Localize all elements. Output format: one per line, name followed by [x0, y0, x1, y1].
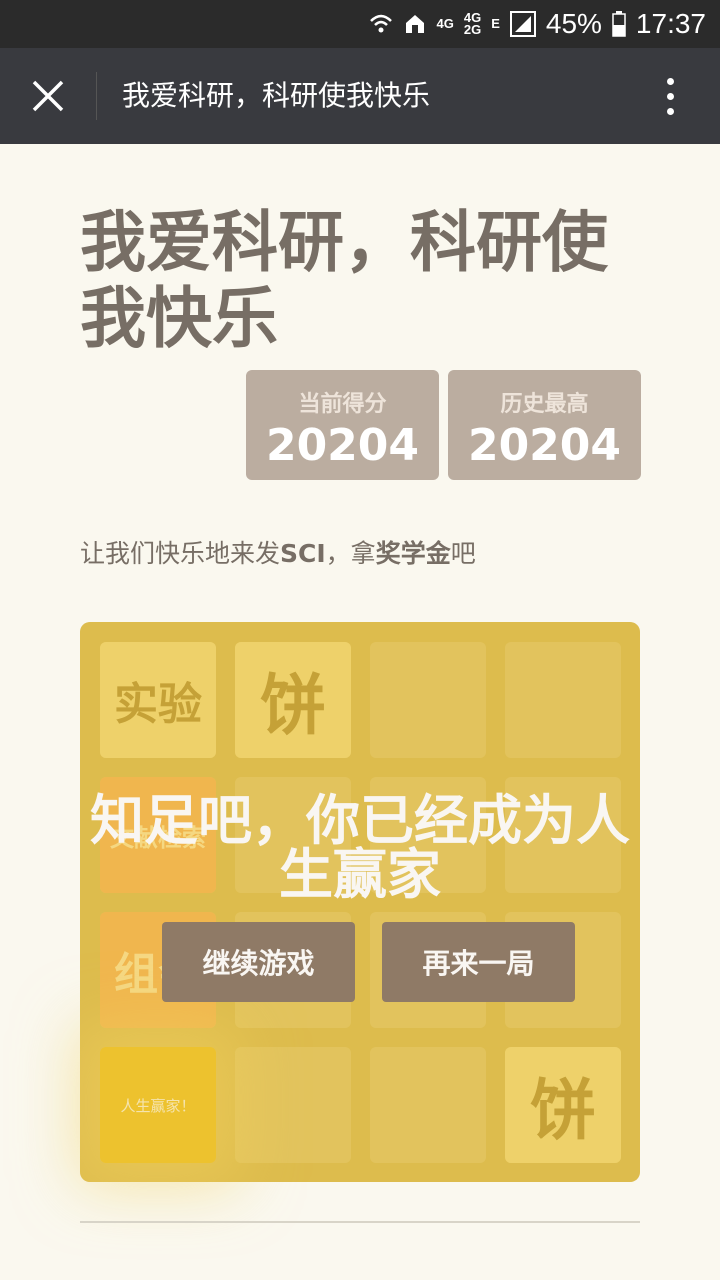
- current-score-label: 当前得分: [298, 392, 387, 417]
- game-intro: 让我们快乐地来发SCI，拿奖学金吧: [80, 539, 476, 568]
- status-bar: 4G 4G 2G E 45% 17:37: [0, 0, 720, 48]
- close-icon: [32, 80, 64, 112]
- current-score-value: 20204: [265, 420, 420, 471]
- window-title: 我爱科研，科研使我快乐: [122, 79, 431, 112]
- battery-icon: [612, 11, 626, 37]
- battery-percent: 45%: [545, 8, 602, 39]
- network-4g-label: 4G: [436, 16, 454, 31]
- wifi-icon: [369, 13, 393, 35]
- divider: [80, 1221, 640, 1223]
- network-e-label: E: [491, 16, 500, 31]
- title-divider: [96, 72, 97, 120]
- game-board[interactable]: 实验 饼 文献检索 组会 人生赢家！ 饼 知足吧，你已经成为人生赢家 继续游戏 …: [80, 622, 640, 1182]
- home-icon: [403, 12, 427, 36]
- signal-icon: [509, 11, 536, 37]
- best-score-box: 历史最高 20204: [448, 370, 641, 480]
- best-score-label: 历史最高: [500, 392, 589, 417]
- best-score-value: 20204: [467, 420, 622, 471]
- current-score-box: 当前得分 20204: [246, 370, 439, 480]
- more-options-button[interactable]: [648, 72, 692, 120]
- game-title: 我爱科研，科研使我快乐: [80, 204, 608, 357]
- clock-time: 17:37: [635, 8, 706, 39]
- close-button[interactable]: [22, 72, 74, 120]
- continue-button[interactable]: 继续游戏: [162, 922, 355, 1002]
- title-bar: 我爱科研，科研使我快乐: [0, 48, 720, 144]
- win-overlay: 知足吧，你已经成为人生赢家 继续游戏 再来一局: [80, 622, 640, 1182]
- score-container: 当前得分 20204 历史最高 20204: [246, 370, 641, 480]
- restart-button[interactable]: 再来一局: [382, 922, 575, 1002]
- win-message: 知足吧，你已经成为人生赢家: [90, 789, 630, 906]
- more-icon: [666, 77, 674, 85]
- network-dual-label: 4G 2G: [463, 10, 482, 37]
